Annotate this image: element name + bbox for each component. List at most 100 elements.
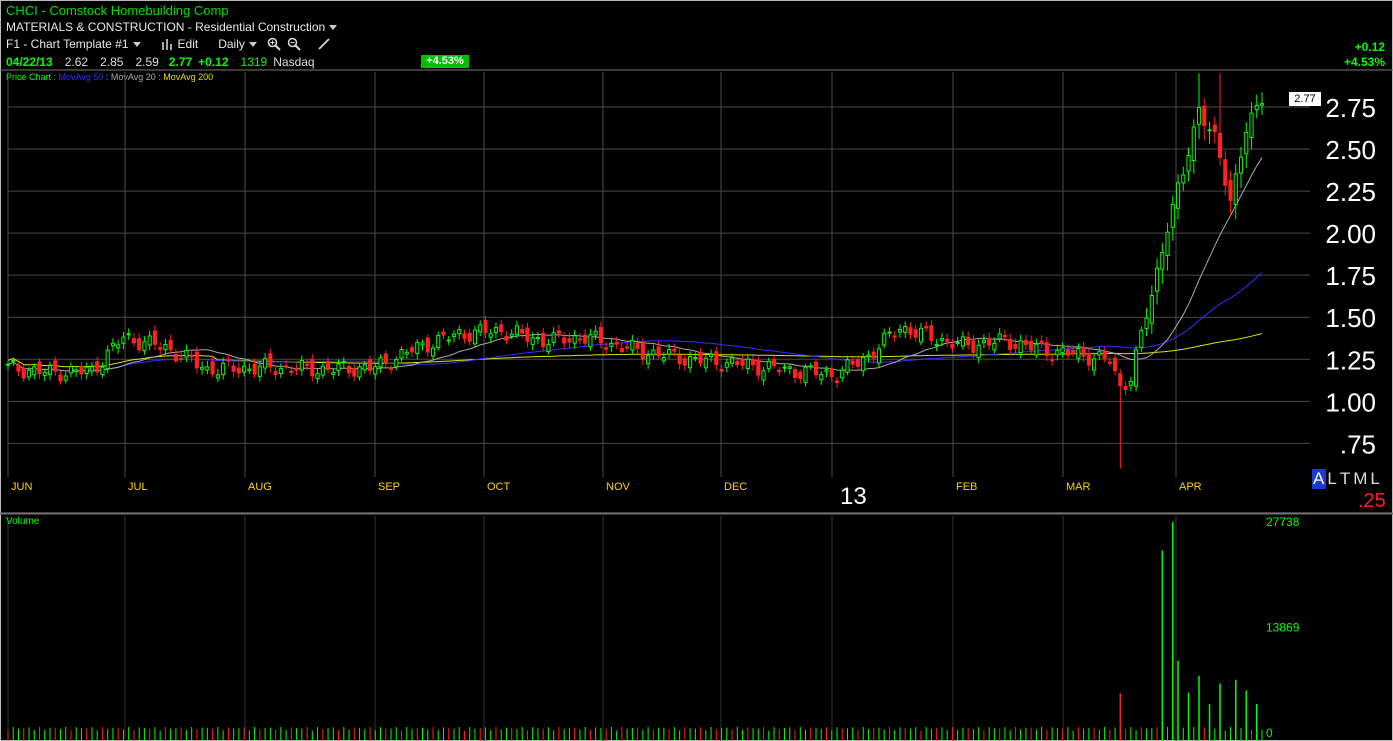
candle-body <box>84 366 89 375</box>
range-a[interactable]: A <box>1312 469 1327 489</box>
candle-body <box>682 358 687 366</box>
y-tick-label: 2.00 <box>1325 219 1376 249</box>
candle-body <box>777 369 782 373</box>
range-l2[interactable]: L <box>1369 469 1381 489</box>
candle-body <box>1071 349 1076 355</box>
candle-body <box>955 341 960 344</box>
candle-body <box>305 363 310 366</box>
candle-body <box>1002 335 1007 338</box>
x-tick-label: OCT <box>487 481 511 493</box>
candle-body <box>876 348 882 364</box>
ma20-line <box>7 157 1263 372</box>
candle-body <box>352 368 357 377</box>
candle-body <box>1055 349 1060 356</box>
candle-body <box>992 342 997 351</box>
candle-body <box>651 349 656 356</box>
range-m[interactable]: M <box>1352 469 1369 489</box>
range-t[interactable]: T <box>1339 469 1352 489</box>
candle-body <box>472 329 478 345</box>
candle-body <box>436 334 441 349</box>
candle-body <box>221 362 226 376</box>
candle-body <box>567 338 572 343</box>
candle-body <box>194 351 199 369</box>
candle-body <box>462 333 467 339</box>
candle-body <box>598 326 603 344</box>
candle-body <box>184 350 189 358</box>
candle-body <box>1050 359 1055 362</box>
volume-tick-label: 27738 <box>1266 515 1300 529</box>
candle-body <box>1060 347 1065 354</box>
candle-body <box>388 367 394 370</box>
candle-body <box>803 366 808 383</box>
candle-body <box>698 352 703 364</box>
candle-body <box>420 342 425 346</box>
candle-body <box>446 339 451 342</box>
candle-body <box>1076 347 1081 359</box>
candle-body <box>1207 129 1212 132</box>
x-tick-label: SEP <box>378 481 400 493</box>
candle-body <box>163 344 168 351</box>
candle-body <box>808 365 813 368</box>
candle-body <box>16 364 21 372</box>
candle-body <box>530 337 535 345</box>
candle-body <box>1039 340 1044 344</box>
candle-body <box>1134 349 1139 387</box>
candle-body <box>787 366 792 369</box>
x-tick-label: DEC <box>724 481 747 493</box>
candle-body <box>572 335 577 344</box>
candle-body <box>703 357 708 369</box>
candle-body <box>1065 349 1070 356</box>
candle-body <box>210 361 215 375</box>
candle-body <box>782 366 787 369</box>
candle-body <box>367 359 373 371</box>
candle-body <box>871 351 876 359</box>
candle-body <box>604 347 609 350</box>
candle-body <box>378 357 383 368</box>
candle-body <box>1044 342 1049 357</box>
candle-body <box>100 366 105 376</box>
candle-body <box>635 342 640 349</box>
candle-body <box>1081 346 1086 357</box>
candle-body <box>357 366 362 378</box>
candle-body <box>179 357 184 360</box>
candle-body <box>294 368 299 371</box>
candle-body <box>903 326 908 333</box>
candle-body <box>514 325 520 335</box>
y-tick-label: 1.75 <box>1325 261 1376 291</box>
candle-body <box>1149 294 1154 324</box>
decimal-increment[interactable]: .25 <box>1358 490 1386 513</box>
candle-body <box>58 374 63 382</box>
x-tick-label: APR <box>1179 481 1202 493</box>
candle-body <box>918 327 924 343</box>
candle-body <box>719 368 724 372</box>
candle-body <box>42 371 47 376</box>
range-l[interactable]: L <box>1326 469 1338 489</box>
candle-body <box>32 366 37 376</box>
candle-body <box>588 334 593 348</box>
candle-body <box>11 359 16 362</box>
candle-body <box>152 330 157 345</box>
candle-body <box>535 337 541 340</box>
candle-body <box>729 357 735 364</box>
y-tick-label: 2.75 <box>1325 93 1376 123</box>
candle-body <box>325 361 331 371</box>
candle-body <box>273 370 278 376</box>
candle-body <box>656 346 661 357</box>
candle-body <box>488 333 493 338</box>
candle-body <box>1228 179 1233 201</box>
candle-body <box>1170 204 1175 228</box>
candle-body <box>1113 357 1118 372</box>
candle-body <box>945 338 950 342</box>
candle-body <box>997 333 1002 340</box>
volume-tick-label: 0 <box>1266 726 1273 740</box>
candle-body <box>63 375 68 381</box>
range-selector: ALTML <box>1312 469 1382 489</box>
candle-body <box>483 319 488 334</box>
candle-body <box>724 362 729 368</box>
candle-body <box>168 339 173 351</box>
candle-body <box>882 332 887 346</box>
candle-body <box>976 344 981 358</box>
price-chart[interactable]: 2.75 2.50 2.25 2.00 1.75 1.50 1.25 1.00 .75 JUN JU… <box>0 0 1393 741</box>
candle-body <box>242 365 247 373</box>
candle-body <box>845 359 850 373</box>
